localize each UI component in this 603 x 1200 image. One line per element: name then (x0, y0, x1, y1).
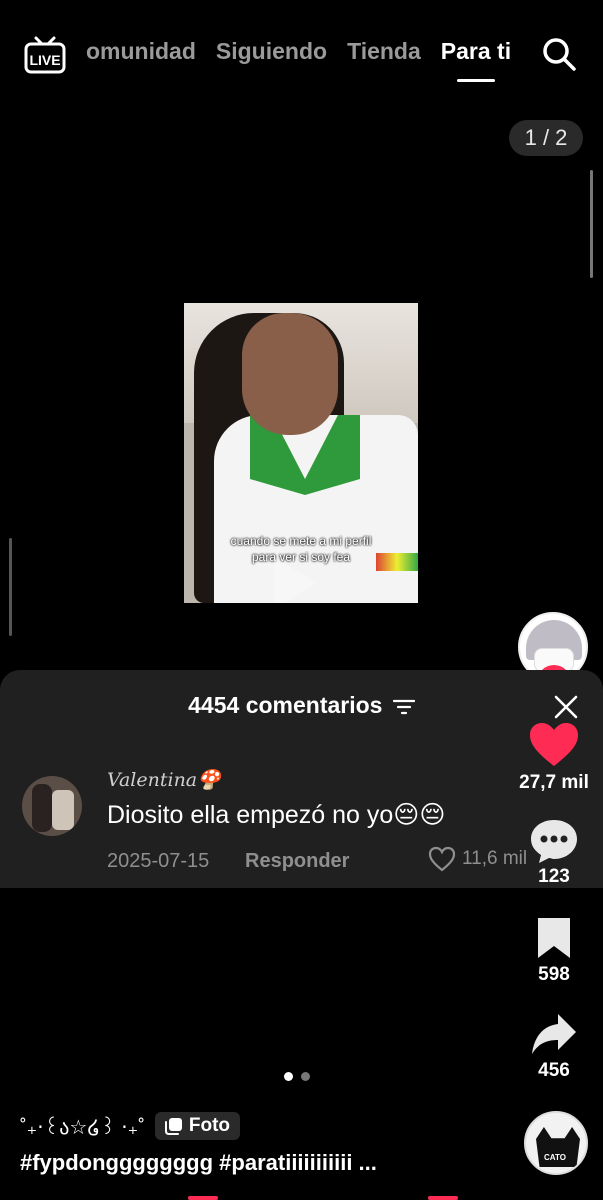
share-button[interactable]: 456 (516, 1012, 592, 1082)
music-disc-label: CATO (544, 1153, 566, 1162)
search-icon[interactable] (541, 36, 577, 72)
share-arrow-icon (532, 1014, 576, 1054)
caption-line-1: cuando se mete a mi perfil (230, 534, 372, 548)
carousel-dot-1[interactable] (284, 1072, 293, 1081)
carousel-dot-2[interactable] (301, 1072, 310, 1081)
music-disc[interactable]: CATO (524, 1111, 588, 1175)
heart-outline-icon (428, 846, 456, 872)
scroll-indicator (590, 170, 593, 278)
description-line-1: ˚₊‧꒰ა☆໒꒱ ‧₊˚ Foto (20, 1112, 377, 1140)
tab-tienda[interactable]: Tienda (347, 38, 421, 72)
comment-count: 123 (538, 866, 570, 887)
top-nav: LIVE omunidad Siguiendo Tienda Para ti (0, 0, 603, 110)
hashtags[interactable]: #fypdongggggggg #paratiiiiiiiiiii ... (20, 1150, 377, 1176)
tab-para-ti[interactable]: Para ti (441, 38, 511, 82)
person-face (242, 313, 338, 435)
share-count: 456 (538, 1060, 570, 1081)
tab-siguiendo[interactable]: Siguiendo (216, 38, 327, 72)
tab-comunidad[interactable]: omunidad (86, 38, 196, 72)
comment-date: 2025-07-15 (107, 850, 210, 872)
post-description[interactable]: ˚₊‧꒰ა☆໒꒱ ‧₊˚ Foto #fypdongggggggg #parat… (20, 1112, 377, 1176)
save-button[interactable]: 598 (516, 916, 592, 986)
avatar-figure-dark (32, 784, 52, 832)
heart-icon (530, 723, 578, 766)
comments-header: 4454 comentarios (0, 692, 603, 719)
commenter-avatar[interactable] (22, 776, 82, 836)
photo-content[interactable]: cuando se mete a mi perfil para ver si s… (184, 303, 418, 603)
bottom-pill-right (428, 1196, 458, 1200)
photo-page-counter: 1 / 2 (509, 120, 583, 156)
side-scroll-indicator (9, 538, 12, 636)
save-count: 598 (538, 964, 570, 985)
close-icon[interactable] (553, 694, 579, 720)
comment-button[interactable]: 123 (516, 818, 592, 888)
comment-like-button[interactable]: 11,6 mil (428, 846, 527, 872)
commenter-username[interactable]: Valentina🍄 (107, 768, 221, 791)
avatar-figure-light (52, 790, 74, 830)
comments-count: 4454 comentarios (188, 692, 383, 718)
bookmark-icon (538, 918, 570, 958)
comment-text: Diosito ella empezó no yo😔😔 (107, 801, 446, 829)
decorative-prefix: ˚₊‧꒰ა☆໒꒱ ‧₊˚ (20, 1116, 145, 1139)
live-tv-icon[interactable]: LIVE (24, 34, 66, 74)
reply-button[interactable]: Responder (245, 850, 349, 873)
svg-text:LIVE: LIVE (29, 52, 60, 68)
comments-sheet: 4454 comentarios Valentina🍄 Diosito ella… (0, 670, 603, 888)
play-icon (274, 557, 316, 603)
like-button[interactable]: 27,7 mil (516, 722, 592, 794)
photo-badge-label: Foto (188, 1115, 231, 1136)
sort-filter-icon[interactable] (392, 699, 415, 715)
feed-tabs: omunidad Siguiendo Tienda Para ti (86, 38, 511, 82)
photo-stack-icon (164, 1118, 182, 1135)
like-count: 27,7 mil (519, 772, 589, 793)
carousel-dots (284, 1072, 310, 1081)
bottom-pill-left (188, 1196, 218, 1200)
photo-badge: Foto (154, 1112, 241, 1140)
comment-bubble-icon (531, 820, 577, 863)
